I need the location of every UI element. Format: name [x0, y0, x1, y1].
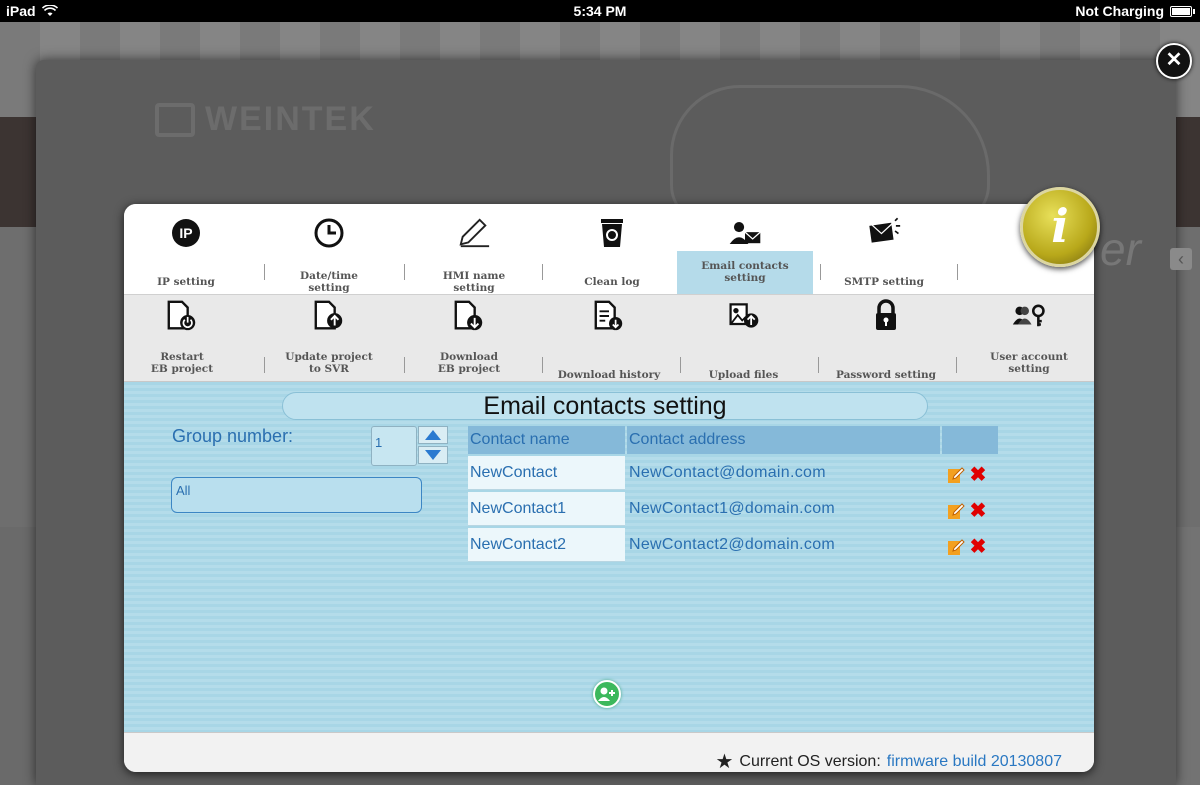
add-contact-button[interactable] [593, 680, 621, 708]
clock-icon [312, 216, 346, 250]
contact-name-cell[interactable]: NewContact [468, 456, 625, 490]
contact-name-cell[interactable]: NewContact1 [468, 492, 625, 526]
info-button[interactable]: i [1020, 187, 1100, 267]
settings-dialog: IP IP setting Date/time setting HMI name… [124, 204, 1094, 772]
tool-hmi-name-setting[interactable]: HMI name setting [424, 216, 524, 294]
add-user-icon [598, 687, 615, 701]
doc-power-icon [165, 299, 199, 333]
email-contacts-panel: Email contacts setting Group number: 1 A… [124, 382, 1094, 732]
column-header-contact-address: Contact address [627, 426, 940, 454]
delete-icon[interactable]: ✖ [969, 465, 987, 485]
arrow-up-icon [425, 430, 441, 440]
ios-status-bar: iPad 5:34 PM Not Charging [0, 0, 1200, 22]
contact-address-cell[interactable]: NewContact@domain.com [627, 456, 943, 490]
panel-title: Email contacts setting [483, 392, 727, 420]
background-arrow-icon: ‹ [1170, 248, 1192, 270]
ip-icon: IP [169, 216, 203, 250]
tool-upload-files[interactable]: Upload files [691, 299, 796, 383]
doc-history-icon [592, 299, 626, 333]
lock-icon [869, 299, 903, 333]
toolbar-row-1: IP IP setting Date/time setting HMI name… [124, 204, 1094, 294]
star-icon: ★ [715, 751, 734, 772]
tool-download-eb-project[interactable]: Download EB project [419, 299, 519, 383]
group-list-field[interactable]: All [171, 477, 422, 513]
edit-icon[interactable] [947, 538, 965, 556]
battery-icon [1170, 5, 1195, 17]
contact-address-cell[interactable]: NewContact1@domain.com [627, 492, 943, 526]
doc-upload-icon [312, 299, 346, 333]
delete-icon[interactable]: ✖ [969, 501, 987, 521]
status-time: 5:34 PM [573, 3, 627, 19]
user-key-icon [1012, 299, 1046, 333]
doc-download-icon [452, 299, 486, 333]
tool-smtp-setting[interactable]: SMTP setting [834, 214, 934, 294]
toolbar-row-2: Restart EB project Update project to SVR… [124, 294, 1094, 382]
tool-user-account-setting[interactable]: User account setting [979, 299, 1079, 383]
os-version-label: Current OS version: [739, 752, 881, 770]
column-header-contact-name: Contact name [468, 426, 625, 454]
group-number-increment-button[interactable] [418, 426, 448, 444]
tool-download-history[interactable]: Download history [549, 299, 669, 383]
tool-restart-eb-project[interactable]: Restart EB project [132, 299, 232, 383]
tool-ip-setting[interactable]: IP IP setting [142, 216, 230, 294]
battery-label: Not Charging [1075, 3, 1164, 19]
tool-email-contacts-setting[interactable]: Email contacts setting [677, 216, 813, 294]
arrow-down-icon [425, 450, 441, 460]
tool-clean-log[interactable]: Clean log [564, 216, 660, 294]
trash-icon [595, 216, 629, 250]
contact-name-cell[interactable]: NewContact2 [468, 528, 625, 562]
background-text: er [1100, 223, 1141, 275]
tool-update-project-to-svr[interactable]: Update project to SVR [274, 299, 384, 383]
footer-bar: ★ Current OS version: firmware build 201… [124, 732, 1094, 772]
firmware-version: firmware build 20130807 [886, 752, 1062, 770]
svg-text:IP: IP [179, 225, 192, 241]
contact-mail-icon [728, 216, 762, 250]
group-number-label: Group number: [172, 426, 294, 446]
weintek-logo: WEINTEK [155, 100, 376, 139]
tool-password-setting[interactable]: Password setting [826, 299, 946, 383]
edit-icon[interactable] [947, 466, 965, 484]
group-number-input[interactable]: 1 [371, 426, 417, 466]
image-upload-icon [727, 299, 761, 333]
contact-address-cell[interactable]: NewContact2@domain.com [627, 528, 943, 562]
status-right: Not Charging [1075, 3, 1195, 19]
pencil-icon [457, 216, 491, 250]
column-header-actions [942, 426, 998, 454]
tool-date-time-setting[interactable]: Date/time setting [284, 216, 374, 294]
mail-send-icon [867, 214, 901, 248]
group-number-decrement-button[interactable] [418, 446, 448, 464]
close-button[interactable]: ✕ [1156, 43, 1192, 79]
delete-icon[interactable]: ✖ [969, 537, 987, 557]
edit-icon[interactable] [947, 502, 965, 520]
